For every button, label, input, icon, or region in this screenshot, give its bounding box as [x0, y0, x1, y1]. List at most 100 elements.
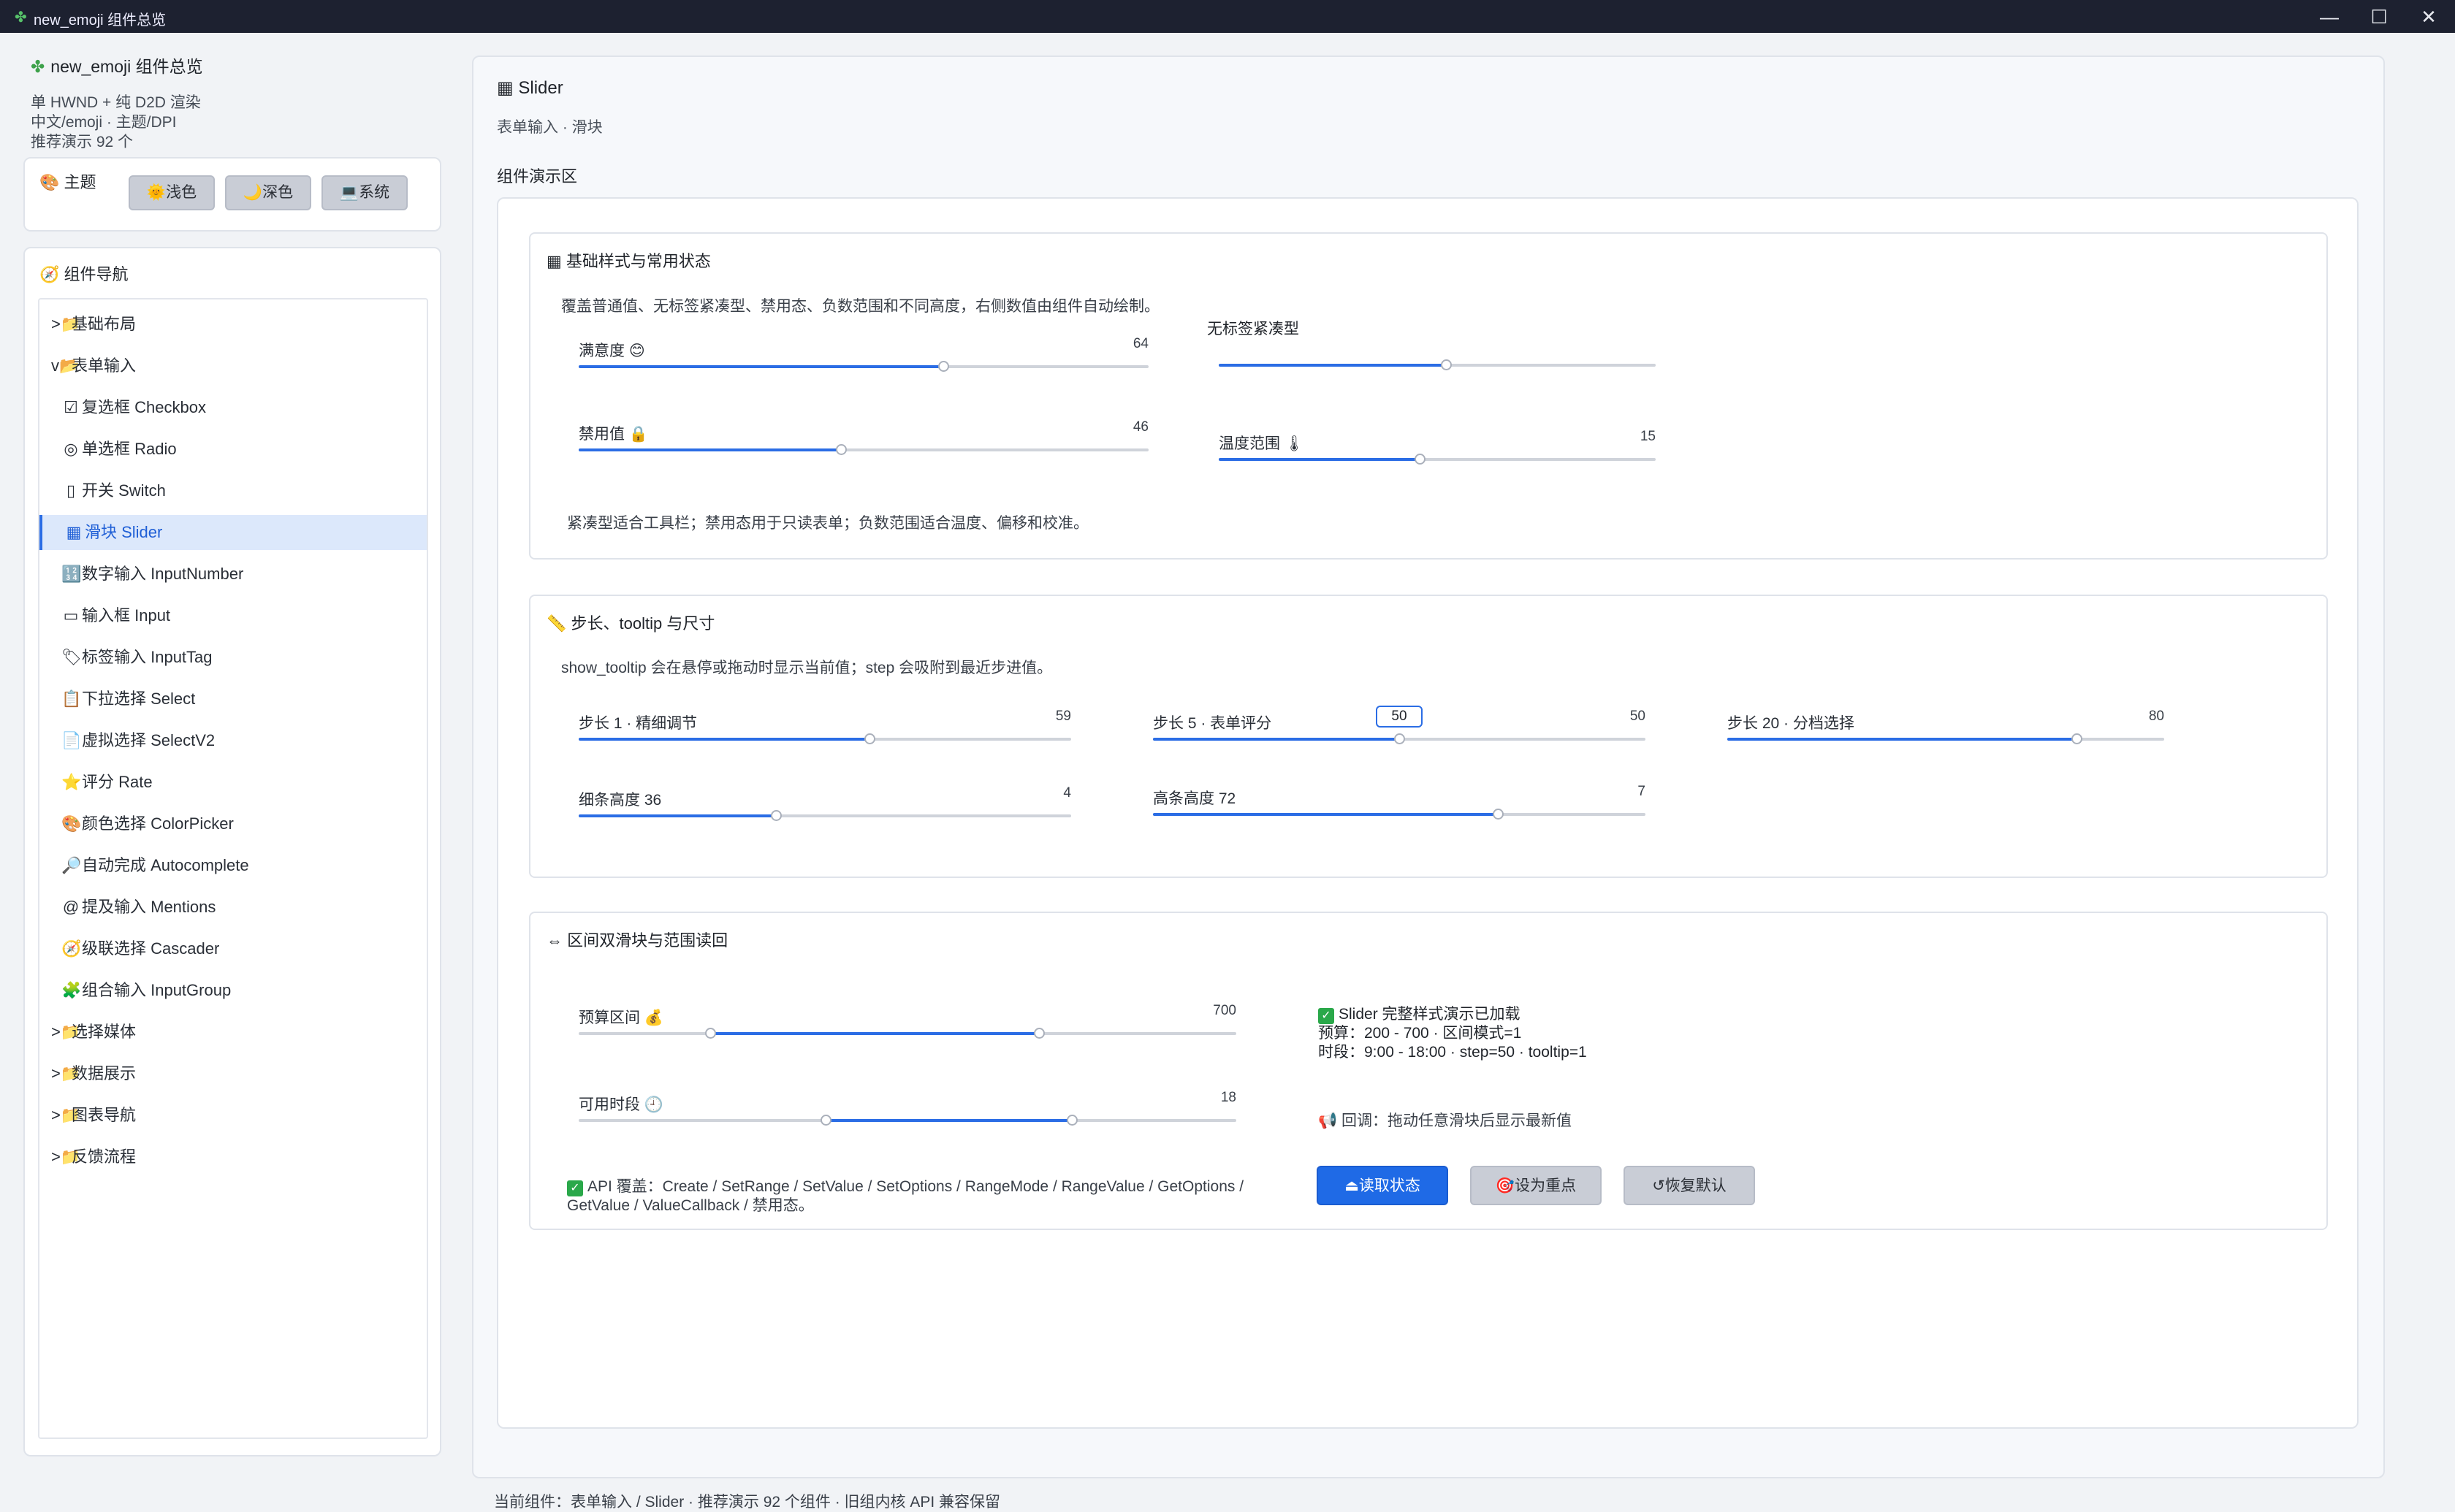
slider-thumb[interactable]	[1440, 359, 1452, 370]
folder-icon: >📁	[51, 315, 81, 333]
slider-thumb[interactable]	[835, 444, 847, 455]
component-icon: 🔢	[61, 565, 82, 583]
nav-item[interactable]: ▯ 开关 Switch	[39, 473, 427, 508]
section-range-title: ⇔ 区间双滑块与范围读回	[547, 931, 728, 950]
nav-item[interactable]: 🔢数字输入 InputNumber	[39, 557, 427, 592]
slider-tooltip: 50	[1376, 706, 1423, 728]
nav-item-label: 单选框 Radio	[82, 440, 177, 458]
slider-fill	[1153, 813, 1498, 816]
nav-item[interactable]: 🏷标签输入 InputTag	[39, 640, 427, 675]
laptop-icon: 💻	[339, 184, 359, 201]
slider-value: 46	[1133, 419, 1149, 435]
component-icon: ⭐	[61, 773, 82, 791]
nav-item-label: 提及输入 Mentions	[82, 898, 216, 916]
component-icon: ▯	[66, 481, 76, 500]
slider-value: 59	[1055, 709, 1071, 724]
nav-item[interactable]: 🧩组合输入 InputGroup	[39, 973, 427, 1008]
theme-light-button[interactable]: 🌞浅色	[129, 175, 215, 210]
folder-icon: >📁	[51, 1064, 81, 1083]
check-icon: ✓	[567, 1180, 583, 1196]
component-icon: @	[62, 898, 80, 916]
slider-label: 预算区间 💰	[579, 1009, 663, 1026]
slider-thumb[interactable]	[1067, 1115, 1078, 1126]
nav-item[interactable]: 🎨颜色选择 ColorPicker	[39, 806, 427, 841]
nav-item[interactable]: ▦ 滑块 Slider	[39, 515, 427, 550]
nav-item[interactable]: >📁选择媒体	[39, 1015, 427, 1050]
component-icon: 📋	[61, 690, 82, 708]
status-bar: 当前组件：表单输入 / Slider · 推荐演示 92 个组件 · 旧组内核 …	[494, 1494, 1001, 1511]
nav-item-label: 基础布局	[72, 315, 137, 333]
callback-text: 📢 回调：拖动任意滑块后显示最新值	[1318, 1112, 1572, 1129]
theme-title: 🎨 主题	[39, 173, 96, 191]
info-line: 中文/emoji · 主题/DPI	[31, 114, 177, 131]
nav-item[interactable]: >📁数据展示	[39, 1056, 427, 1091]
sun-icon: 🌞	[146, 184, 167, 201]
clover-icon: ✤	[31, 57, 45, 76]
section-basic-desc: 覆盖普通值、无标签紧凑型、禁用态、负数范围和不同高度，右侧数值由组件自动绘制。	[561, 298, 1160, 315]
slider-label: 可用时段 🕘	[579, 1096, 663, 1113]
set-focus-button[interactable]: 🎯设为重点	[1470, 1166, 1602, 1205]
nav-item[interactable]: ⭐评分 Rate	[39, 765, 427, 800]
slider-fill	[579, 814, 776, 817]
theme-system-button[interactable]: 💻系统	[321, 175, 408, 210]
slider-thumb[interactable]	[1394, 733, 1405, 744]
minimize-button[interactable]: —	[2303, 3, 2356, 31]
nav-item[interactable]: ☑ 复选框 Checkbox	[39, 390, 427, 425]
undo-icon: ↺	[1652, 1177, 1665, 1194]
section-step	[529, 595, 2328, 878]
component-icon: 📄	[61, 731, 82, 749]
slider-thumb[interactable]	[1415, 454, 1426, 465]
slider-thumb[interactable]	[864, 733, 875, 744]
component-icon: 🧭	[61, 939, 82, 958]
nav-item[interactable]: 🔎自动完成 Autocomplete	[39, 848, 427, 883]
nav-item[interactable]: @ 提及输入 Mentions	[39, 890, 427, 925]
slider-value: 4	[1063, 785, 1071, 801]
slider-label: 步长 1 · 精细调节	[579, 715, 698, 732]
component-icon: 🎨	[61, 814, 82, 833]
slider-value: 15	[1640, 429, 1656, 444]
slider-thumb[interactable]	[705, 1028, 716, 1039]
nav-title: 🧭 组件导航	[39, 265, 129, 283]
megaphone-icon: 📢	[1318, 1112, 1338, 1129]
component-icon: ▭	[63, 606, 79, 625]
nav-item-label: 颜色选择 ColorPicker	[82, 814, 234, 833]
nav-item-label: 图表导航	[72, 1106, 137, 1124]
close-button[interactable]: ✕	[2402, 3, 2455, 31]
slider-value: 18	[1220, 1090, 1236, 1105]
slider-value: 7	[1637, 784, 1645, 799]
nav-item[interactable]: >📁反馈流程	[39, 1139, 427, 1175]
slider-label: 禁用值 🔒	[579, 426, 648, 443]
folder-icon: v📂	[51, 356, 80, 375]
maximize-button[interactable]: ☐	[2353, 3, 2405, 31]
slider-thumb[interactable]	[820, 1115, 831, 1126]
folder-icon: >📁	[51, 1148, 81, 1166]
page-title: ▦ Slider	[497, 78, 563, 98]
read-state-button[interactable]: ⏏读取状态	[1317, 1166, 1448, 1205]
nav-item-label: 输入框 Input	[82, 606, 171, 625]
slider-label: 细条高度 36	[579, 792, 662, 809]
component-icon: ▦	[66, 523, 82, 541]
slider-fill	[1219, 458, 1420, 461]
slider-thumb[interactable]	[1034, 1028, 1045, 1039]
nav-item[interactable]: ▭ 输入框 Input	[39, 598, 427, 633]
nav-item[interactable]: 📄虚拟选择 SelectV2	[39, 723, 427, 758]
reset-default-button[interactable]: ↺恢复默认	[1624, 1166, 1755, 1205]
section-basic	[529, 232, 2328, 560]
nav-item-label: 数据展示	[72, 1064, 137, 1083]
nav-item[interactable]: >📁图表导航	[39, 1098, 427, 1133]
section-step-desc: show_tooltip 会在悬停或拖动时显示当前值；step 会吸附到最近步进…	[561, 660, 1053, 676]
slider-thumb[interactable]	[1492, 809, 1504, 820]
nav-item[interactable]: ◎ 单选框 Radio	[39, 432, 427, 467]
page-subtitle: 表单输入 · 滑块	[497, 119, 603, 136]
nav-item[interactable]: 🧭级联选择 Cascader	[39, 931, 427, 966]
nav-item[interactable]: >📁基础布局	[39, 307, 427, 342]
api-note: ✓ API 覆盖：Create / SetRange / SetValue / S…	[567, 1178, 1244, 1214]
slider-thumb[interactable]	[770, 810, 782, 821]
nav-item-label: 数字输入 InputNumber	[82, 565, 244, 583]
nav-item[interactable]: v📂表单输入	[39, 348, 427, 383]
status-line: 时段：9:00 - 18:00 · step=50 · tooltip=1	[1318, 1044, 1587, 1061]
nav-item[interactable]: 📋下拉选择 Select	[39, 681, 427, 717]
section-basic-note: 紧凑型适合工具栏；禁用态用于只读表单；负数范围适合温度、偏移和校准。	[567, 515, 1089, 532]
theme-dark-button[interactable]: 🌙深色	[225, 175, 311, 210]
slider-label: 满意度 😊	[579, 343, 645, 359]
